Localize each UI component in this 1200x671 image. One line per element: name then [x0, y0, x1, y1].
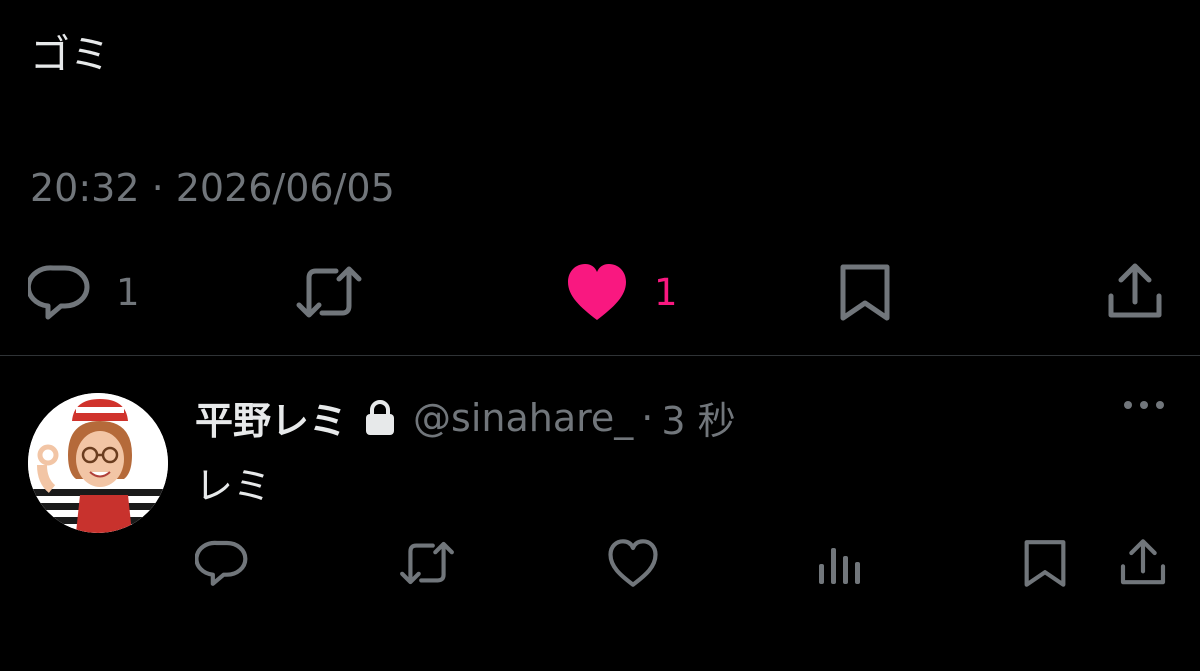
heart-icon [566, 262, 628, 322]
reply-handle[interactable]: @sinahare_ [413, 396, 633, 440]
ellipsis-icon [1122, 396, 1166, 415]
reply-display-name[interactable]: 平野レミ [195, 390, 347, 445]
reply-time[interactable]: 3 秒 [661, 390, 735, 445]
share-upload-icon [1106, 262, 1164, 322]
speech-bubble-icon [28, 262, 90, 322]
more-button[interactable] [1122, 396, 1166, 415]
bookmark-button[interactable] [838, 262, 892, 322]
reply-header: 平野レミ @sinahare_ · 3 秒 [195, 390, 736, 445]
divider [0, 355, 1200, 356]
tweet-text: ゴミ [30, 32, 110, 78]
bar-chart-icon [816, 538, 862, 588]
like-count: 1 [654, 270, 678, 314]
lock-icon [363, 399, 397, 437]
retweet-button[interactable] [294, 262, 364, 322]
reply-like-button[interactable] [606, 538, 660, 588]
reply-bookmark-button[interactable] [1022, 538, 1068, 588]
tweet-timestamp[interactable]: 20:32 · 2026/06/05 [30, 166, 395, 210]
reply-text: レミ [195, 464, 272, 508]
share-button[interactable] [1106, 262, 1164, 322]
like-button[interactable]: 1 [566, 262, 678, 322]
reply-retweet-button[interactable] [398, 538, 456, 588]
reply-button[interactable]: 1 [28, 262, 140, 322]
reply-reply-button[interactable] [195, 538, 249, 588]
bookmark-icon [1022, 538, 1068, 588]
share-upload-icon [1118, 538, 1168, 588]
avatar[interactable] [28, 393, 168, 533]
bookmark-icon [838, 262, 892, 322]
reply-share-button[interactable] [1118, 538, 1168, 588]
retweet-icon [294, 262, 364, 322]
retweet-icon [398, 538, 456, 588]
reply-count: 1 [116, 270, 140, 314]
separator-dot: · [641, 395, 654, 440]
views-button[interactable] [816, 538, 862, 588]
heart-icon [606, 538, 660, 588]
speech-bubble-icon [195, 538, 249, 588]
